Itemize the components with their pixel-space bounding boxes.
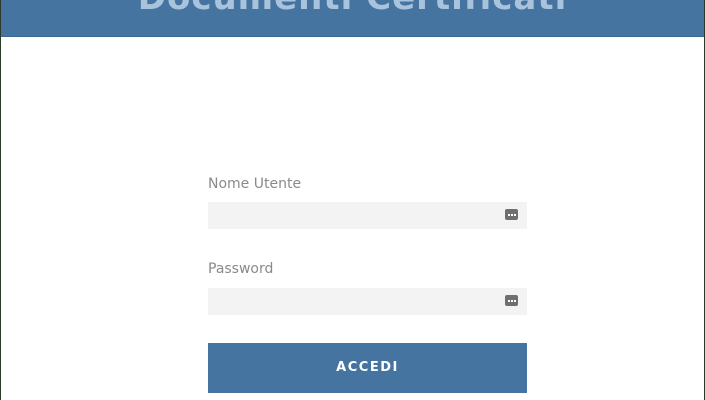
login-page: Documenti Certificati Nome Utente Passwo…	[1, 0, 704, 400]
username-input[interactable]	[208, 202, 527, 229]
password-manager-icon[interactable]	[505, 295, 518, 306]
header-bar: Documenti Certificati	[1, 0, 704, 37]
login-button[interactable]: ACCEDI	[208, 343, 527, 393]
password-label: Password	[208, 261, 274, 277]
page-title: Documenti Certificati	[1, 0, 704, 18]
password-input[interactable]	[208, 288, 527, 315]
password-manager-icon[interactable]	[505, 209, 518, 220]
username-label: Nome Utente	[208, 176, 302, 192]
